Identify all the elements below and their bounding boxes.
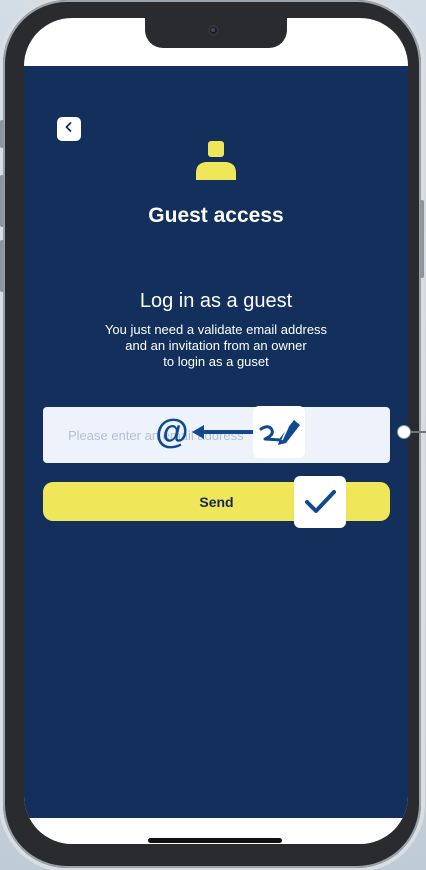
annotation-connector-dot [397, 425, 411, 439]
back-button[interactable] [57, 117, 81, 141]
notch [145, 18, 287, 48]
description-text: You just need a validate email address a… [104, 322, 328, 369]
user-icon [196, 140, 236, 180]
page-subtitle: Log in as a guest [139, 290, 293, 312]
phone-frame: Guest access Log in as a guest You just … [0, 0, 424, 868]
checkmark-icon-tile [294, 476, 346, 528]
phone-screen: Guest access Log in as a guest You just … [24, 18, 408, 844]
annotation-connector-line [411, 431, 426, 433]
signature-pen-icon-tile [253, 406, 305, 458]
phone-side-button [0, 120, 4, 148]
at-sign-icon: @ [155, 413, 189, 451]
page-title: Guest access [148, 204, 284, 227]
checkmark-icon [294, 490, 346, 532]
phone-volume-up-button [0, 175, 4, 227]
phone-volume-down-button [0, 240, 4, 292]
guest-access-screen: Guest access Log in as a guest You just … [24, 66, 408, 818]
arrow-left-icon [190, 423, 254, 441]
home-indicator [148, 838, 282, 843]
signature-pen-icon [253, 420, 305, 462]
phone-power-button [420, 200, 424, 278]
chevron-left-icon [63, 120, 75, 138]
front-camera [208, 25, 219, 36]
